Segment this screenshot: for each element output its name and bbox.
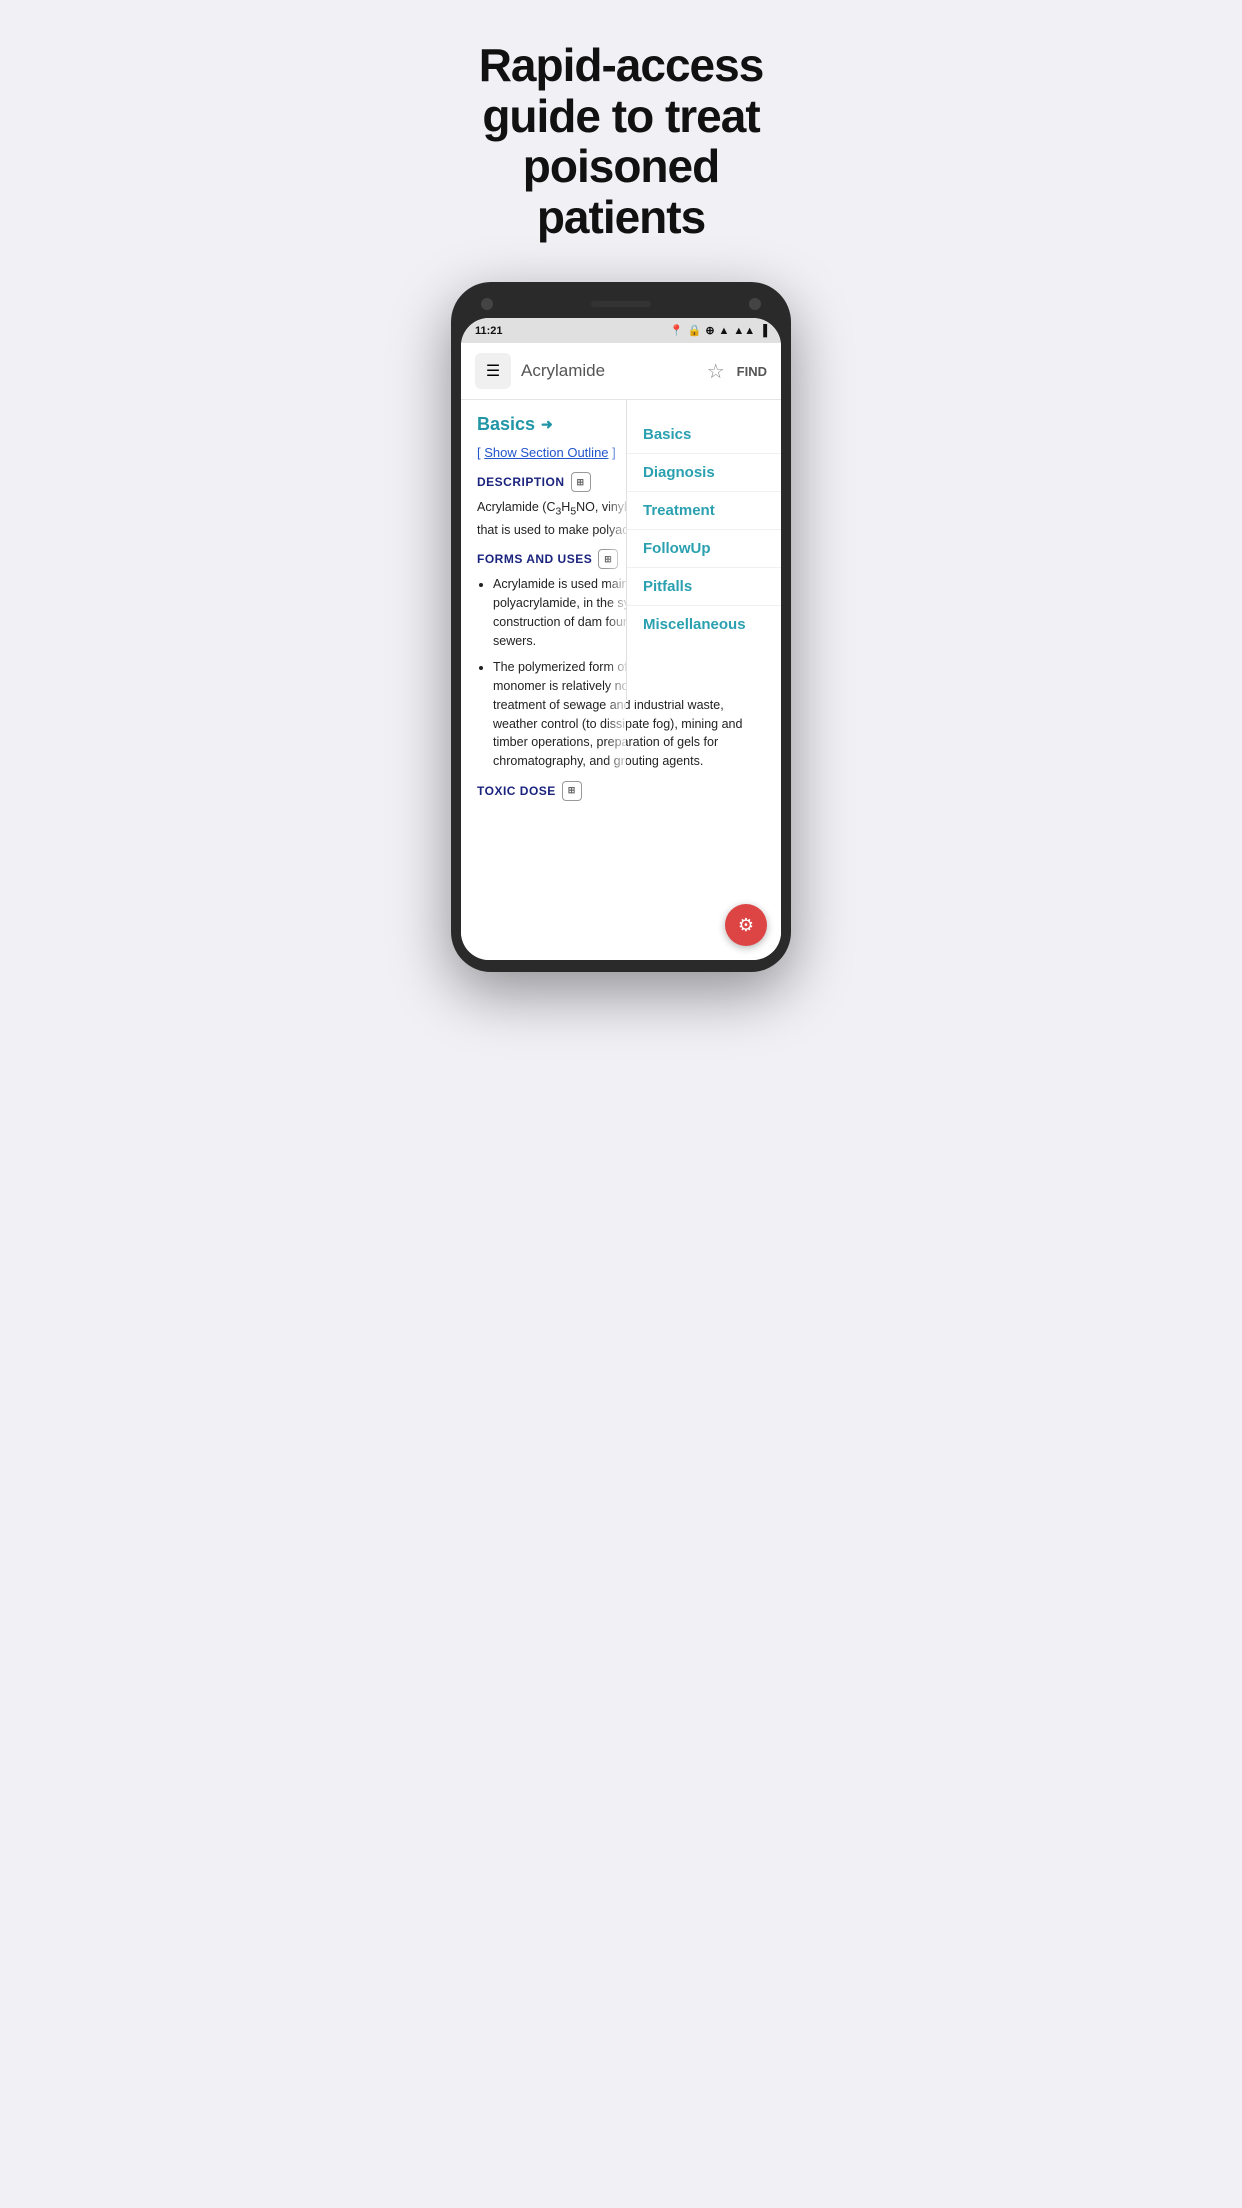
section-nav-overlay: Basics Diagnosis Treatment FollowUp Pitf… — [626, 400, 781, 700]
nav-title: Acrylamide — [521, 361, 605, 381]
sync-icon: ⊕ — [705, 324, 714, 337]
status-time: 11:21 — [475, 325, 503, 337]
nav-overlay-basics[interactable]: Basics — [627, 416, 781, 454]
nav-overlay-pitfalls[interactable]: Pitfalls — [627, 568, 781, 606]
toxic-dose-title: TOXIC DOSE ⊞ — [477, 781, 765, 801]
forms-uses-icon-box[interactable]: ⊞ — [598, 549, 618, 569]
hero-section: Rapid-access guide to treat poisoned pat… — [414, 0, 828, 262]
signal-icon: ▲▲ — [733, 325, 755, 337]
grid-icon-3: ⊞ — [568, 785, 576, 796]
speaker-slot — [591, 301, 651, 307]
show-section-outline-link[interactable]: Show Section Outline — [484, 445, 608, 460]
app-navbar: ☰ Acrylamide ☆ FIND — [461, 343, 781, 400]
settings-icon: ⚙ — [738, 915, 754, 936]
toxic-dose-label: TOXIC DOSE — [477, 784, 556, 798]
toxic-dose-icon-box[interactable]: ⊞ — [562, 781, 582, 801]
basics-label: Basics — [477, 414, 535, 435]
lock-icon: 🔒 — [688, 324, 702, 337]
float-action-button[interactable]: ⚙ — [725, 904, 767, 946]
camera-icon — [481, 298, 493, 310]
nav-right: ☆ FIND — [707, 359, 767, 384]
bookmark-star-icon[interactable]: ☆ — [707, 359, 725, 384]
hamburger-icon: ☰ — [486, 361, 500, 381]
description-icon-box[interactable]: ⊞ — [571, 472, 591, 492]
nav-left: ☰ Acrylamide — [475, 353, 605, 389]
phone-frame: 11:21 📍 🔒 ⊕ ▲ ▲▲ ▐ ☰ Acrylamide — [451, 282, 791, 972]
find-button[interactable]: FIND — [737, 364, 767, 379]
nav-overlay-treatment[interactable]: Treatment — [627, 492, 781, 530]
grid-icon-2: ⊞ — [604, 554, 612, 565]
sensor-icon — [749, 298, 761, 310]
phone-screen: 11:21 📍 🔒 ⊕ ▲ ▲▲ ▐ ☰ Acrylamide — [461, 318, 781, 960]
nav-overlay-miscellaneous[interactable]: Miscellaneous — [627, 606, 781, 643]
status-icons: 📍 🔒 ⊕ ▲ ▲▲ ▐ — [670, 324, 767, 337]
arrow-right-icon: ➜ — [541, 416, 553, 433]
nav-overlay-diagnosis[interactable]: Diagnosis — [627, 454, 781, 492]
grid-icon: ⊞ — [576, 477, 584, 488]
phone-top-bar — [461, 294, 781, 318]
wifi-icon: ▲ — [719, 325, 730, 337]
hero-title: Rapid-access guide to treat poisoned pat… — [434, 40, 808, 242]
location-icon: 📍 — [670, 324, 684, 337]
content-area: Basics ➜ [ Show Section Outline ] DESCRI… — [461, 400, 781, 960]
nav-overlay-followup[interactable]: FollowUp — [627, 530, 781, 568]
status-bar: 11:21 📍 🔒 ⊕ ▲ ▲▲ ▐ — [461, 318, 781, 343]
battery-icon: ▐ — [759, 325, 767, 337]
description-label: DESCRIPTION — [477, 475, 565, 489]
phone-wrapper: 11:21 📍 🔒 ⊕ ▲ ▲▲ ▐ ☰ Acrylamide — [414, 262, 828, 1012]
forms-uses-label: FORMS AND USES — [477, 552, 592, 566]
menu-icon-box[interactable]: ☰ — [475, 353, 511, 389]
